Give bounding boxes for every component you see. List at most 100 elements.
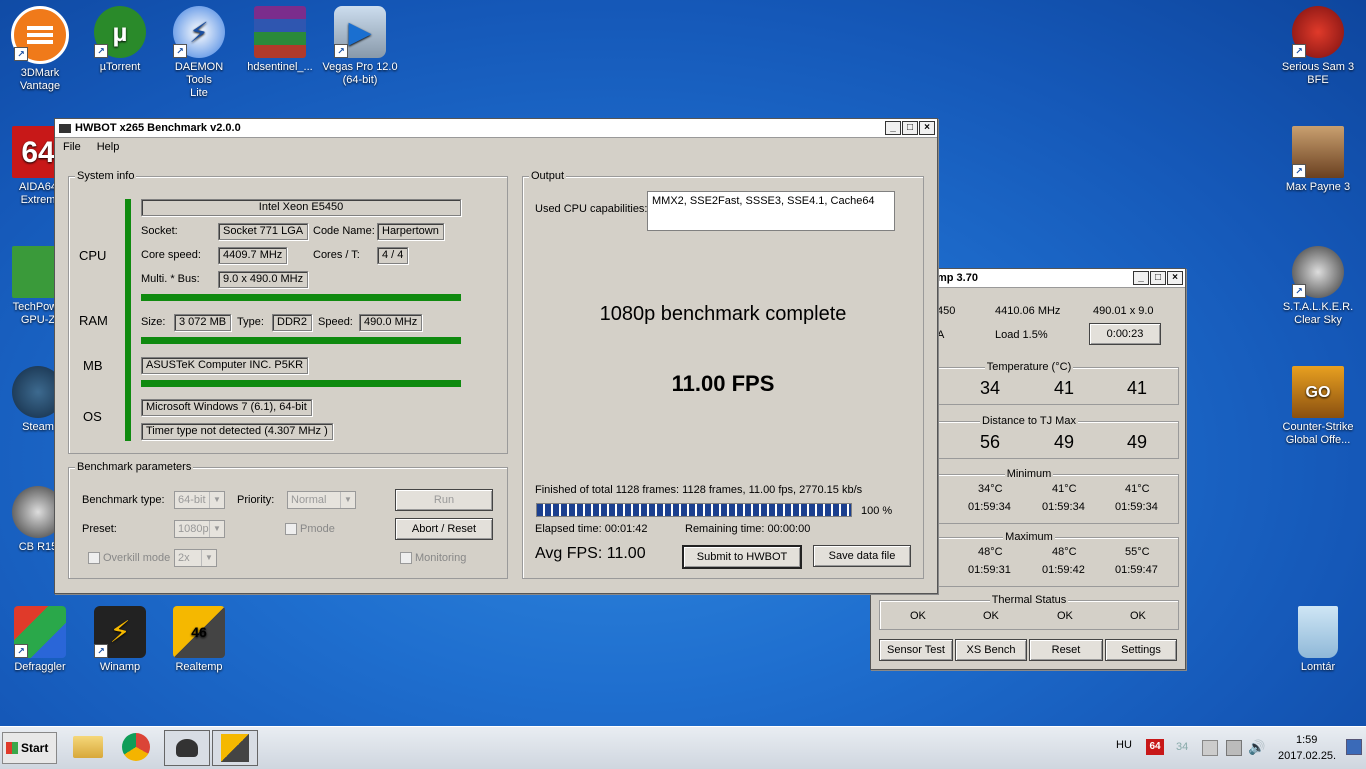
- tray-temp-text[interactable]: 34: [1176, 741, 1188, 753]
- desktop-icon-label: 3DMark Vantage: [19, 67, 61, 92]
- maximum-time: 01:59:47: [1115, 564, 1158, 576]
- cpu-multiplier-text: 490.01 x 9.0: [1093, 305, 1154, 317]
- minimize-button[interactable]: _: [885, 121, 901, 135]
- desktop-icon-defraggler[interactable]: ↗ Defraggler: [2, 606, 78, 674]
- shortcut-arrow-icon: ↗: [14, 644, 28, 658]
- select-value: 2x: [178, 552, 190, 564]
- progress-percent: 100 %: [861, 505, 893, 517]
- aida64-tray-icon[interactable]: 64: [1146, 739, 1164, 755]
- socket-label: Socket:: [141, 225, 178, 237]
- flag-icon[interactable]: [1202, 740, 1218, 756]
- taskbar-explorer[interactable]: [66, 730, 110, 764]
- start-button[interactable]: Start: [2, 732, 57, 764]
- maximum-time: 01:59:31: [968, 564, 1011, 576]
- timer-button[interactable]: 0:00:23: [1089, 323, 1161, 345]
- volume-icon[interactable]: 🔊: [1248, 739, 1265, 755]
- taskbar-chrome[interactable]: [114, 730, 158, 764]
- monitoring-label: Monitoring: [415, 552, 467, 564]
- monitoring-checkbox[interactable]: [400, 552, 412, 564]
- desktop-icon-max-payne[interactable]: ↗ Max Payne 3: [1280, 126, 1356, 194]
- cpu-section-label: CPU: [79, 248, 107, 263]
- priority-select[interactable]: Normal ▼: [287, 491, 356, 509]
- maximum-temp: 55°C: [1125, 546, 1150, 558]
- thermal-status-value: OK: [983, 610, 999, 622]
- mb-section-label: MB: [83, 358, 103, 373]
- maximize-button[interactable]: □: [1150, 271, 1166, 285]
- desktop-icon-utorrent[interactable]: µ ↗ µTorrent: [82, 6, 158, 74]
- progress-bar: [536, 503, 852, 517]
- taskbar-hwbot[interactable]: [164, 730, 210, 766]
- desktop-icon-vegas[interactable]: ▶ ↗ Vegas Pro 12.0 (64-bit): [322, 6, 398, 87]
- desktop-icon-3dmark[interactable]: ↗ 3DMark Vantage: [2, 6, 78, 93]
- overkill-checkbox[interactable]: [88, 552, 100, 564]
- cpu-id-text: 450: [937, 305, 956, 317]
- desktop-icon-stalker[interactable]: ↗ S.T.A.L.K.E.R. Clear Sky: [1280, 246, 1356, 327]
- desktop-icon-winamp[interactable]: ⚡ ↗ Winamp: [82, 606, 158, 674]
- pmode-label: Pmode: [300, 523, 335, 535]
- preset-select[interactable]: 1080p ▼: [174, 520, 225, 538]
- taskbar: Start HU 64 34 🔊 1:59 2017.02.25.: [0, 726, 1366, 769]
- desktop-icon-daemon-tools[interactable]: ⚡ ↗ DAEMON Tools Lite: [161, 6, 237, 100]
- maximize-button[interactable]: □: [902, 121, 918, 135]
- fps-result-text: 11.00 FPS: [671, 371, 775, 396]
- desktop-icon-label: DAEMON Tools Lite: [174, 61, 224, 99]
- ram-section-label: RAM: [79, 313, 108, 328]
- close-button[interactable]: ×: [1167, 271, 1183, 285]
- maximum-time: 01:59:42: [1042, 564, 1085, 576]
- hwbot-window[interactable]: HWBOT x265 Benchmark v2.0.0 _ □ × File H…: [54, 118, 938, 594]
- panel-caption: Thermal Status: [989, 594, 1069, 606]
- save-data-file-button[interactable]: Save data file: [813, 545, 911, 567]
- defraggler-icon: ↗: [14, 606, 66, 658]
- overkill-select[interactable]: 2x ▼: [174, 549, 217, 567]
- minimum-temp: 34°C: [978, 483, 1003, 495]
- pmode-checkbox[interactable]: [285, 523, 297, 535]
- show-desktop-button[interactable]: [1346, 739, 1362, 755]
- panel-caption: Distance to TJ Max: [980, 415, 1078, 427]
- menu-file[interactable]: File: [63, 141, 81, 153]
- ram-size-field: 3 072 MB: [174, 314, 232, 331]
- minimize-button[interactable]: _: [1133, 271, 1149, 285]
- submit-to-hwbot-button[interactable]: Submit to HWBOT: [682, 545, 802, 569]
- multi-field: 9.0 x 490.0 MHz: [218, 271, 309, 288]
- sensor-test-button[interactable]: Sensor Test: [879, 639, 953, 661]
- minimum-time: 01:59:34: [1115, 501, 1158, 513]
- menu-help[interactable]: Help: [97, 141, 120, 153]
- os-field: Microsoft Windows 7 (6.1), 64-bit: [141, 399, 312, 416]
- desktop-icon-csgo[interactable]: GO Counter-Strike Global Offe...: [1280, 366, 1356, 447]
- average-fps-text: Avg FPS: 11.00: [535, 545, 646, 562]
- taskbar-realtemp[interactable]: [212, 730, 258, 766]
- output-group: Output Used CPU capabilities: MMX2, SSE2…: [522, 170, 924, 579]
- desktop-icon-label: Counter-Strike Global Offe...: [1282, 421, 1354, 446]
- chevron-down-icon: ▼: [201, 550, 216, 566]
- clock-date[interactable]: 2017.02.25.: [1278, 750, 1336, 762]
- benchmark-complete-text: 1080p benchmark complete: [599, 303, 847, 325]
- realtemp-icon: 46: [173, 606, 225, 658]
- desktop-icon-recycle-bin[interactable]: Lomtár: [1280, 606, 1356, 674]
- folder-icon: [73, 736, 103, 758]
- cpu-name-field: Intel Xeon E5450: [141, 199, 461, 216]
- maximum-temp: 48°C: [978, 546, 1003, 558]
- stalker-icon: ↗: [1292, 246, 1344, 298]
- abort-reset-button[interactable]: Abort / Reset: [395, 518, 493, 540]
- codename-label: Code Name:: [313, 225, 375, 237]
- corespeed-field: 4409.7 MHz: [218, 247, 288, 264]
- desktop-icon-realtemp[interactable]: 46 Realtemp: [161, 606, 237, 674]
- winrar-icon: [254, 6, 306, 58]
- settings-button[interactable]: Settings: [1105, 639, 1177, 661]
- desktop-icon-label: µTorrent: [99, 61, 141, 73]
- run-button[interactable]: Run: [395, 489, 493, 511]
- desktop-icon-serious-sam[interactable]: ↗ Serious Sam 3 BFE: [1280, 6, 1356, 87]
- reset-button[interactable]: Reset: [1029, 639, 1103, 661]
- shortcut-arrow-icon: ↗: [1292, 164, 1306, 178]
- close-button[interactable]: ×: [919, 121, 935, 135]
- xs-bench-button[interactable]: XS Bench: [955, 639, 1027, 661]
- system-info-group: System info CPU RAM MB OS Intel Xeon E54…: [68, 170, 508, 454]
- desktop-icon-hdsentinel[interactable]: hdsentinel_...: [242, 6, 318, 74]
- elapsed-time-text: Elapsed time: 00:01:42: [535, 523, 648, 535]
- select-value: 1080p: [178, 523, 209, 535]
- clock-time[interactable]: 1:59: [1296, 734, 1317, 746]
- network-icon[interactable]: [1226, 740, 1242, 756]
- language-indicator[interactable]: HU: [1116, 739, 1132, 751]
- temperature-value: 34: [980, 378, 1001, 398]
- benchmark-type-select[interactable]: 64-bit ▼: [174, 491, 225, 509]
